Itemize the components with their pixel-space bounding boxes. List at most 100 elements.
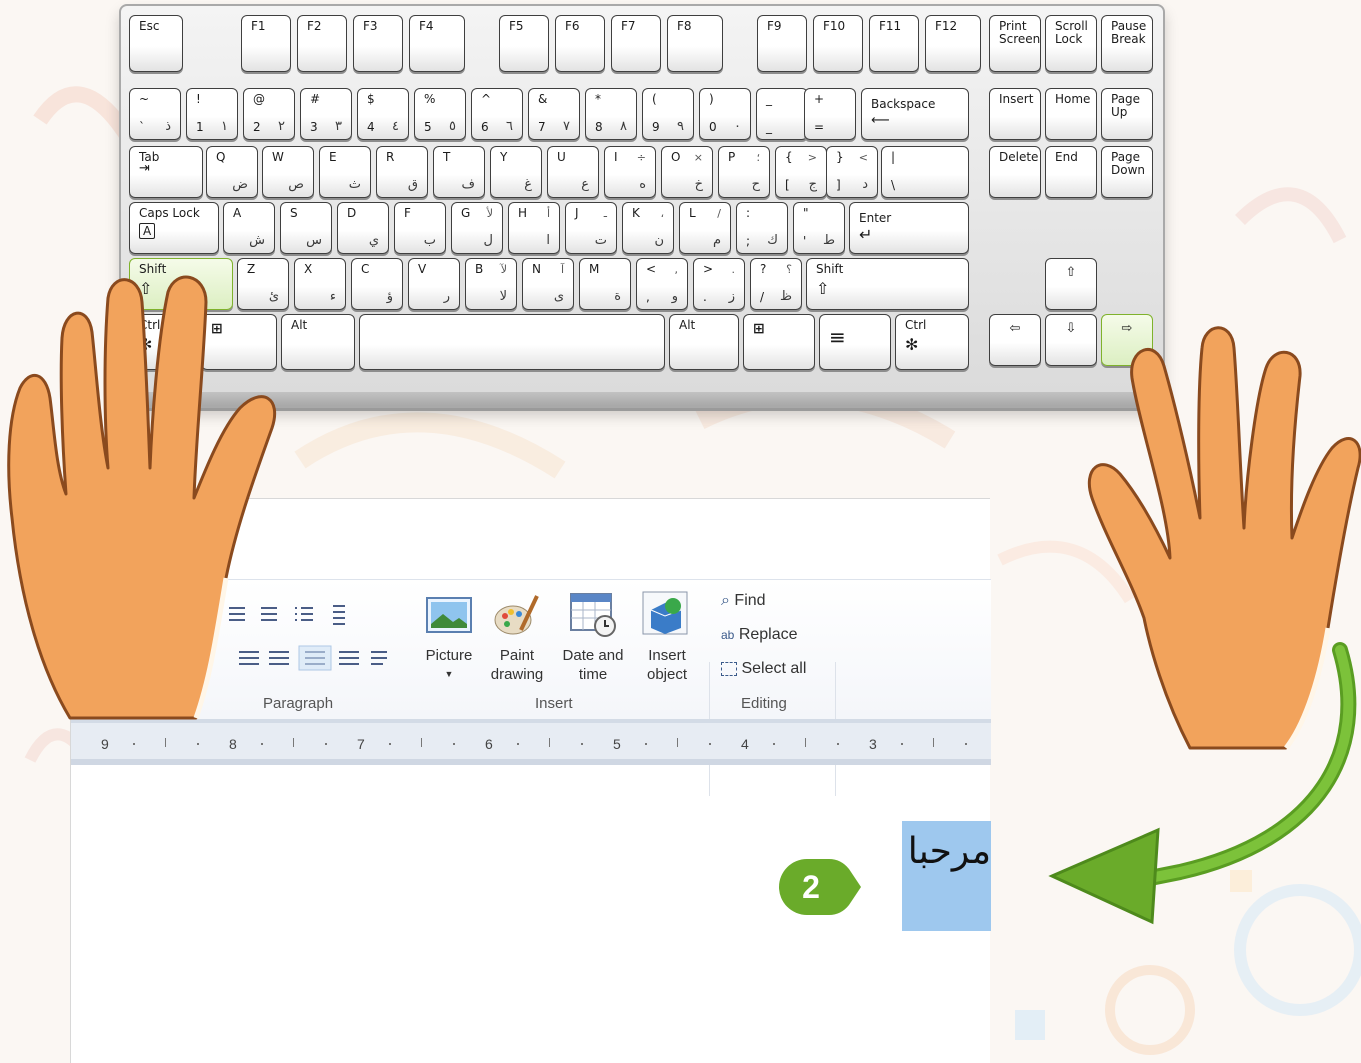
key-x[interactable]: Xء: [294, 258, 346, 310]
key-f6[interactable]: F6: [555, 15, 605, 72]
key-o[interactable]: O × خ: [661, 146, 713, 198]
key-enter[interactable]: Enter ↵: [849, 202, 969, 254]
key-arabic-label: ا: [546, 233, 550, 248]
key-s[interactable]: Sس: [280, 202, 332, 254]
tab-arrow-icon: ⇥: [139, 161, 150, 176]
key-b[interactable]: B لآ لا: [465, 258, 517, 310]
key-plus[interactable]: + =: [804, 88, 856, 140]
paint-drawing-button[interactable]: Paint drawing: [477, 646, 557, 684]
key-c[interactable]: Cؤ: [351, 258, 403, 310]
key-menu[interactable]: ≡: [819, 314, 891, 370]
key-a[interactable]: Aش: [223, 202, 275, 254]
key-f7[interactable]: F7: [611, 15, 661, 72]
key-esc[interactable]: Esc: [129, 15, 183, 72]
key-backspace[interactable]: Backspace ⟵: [861, 88, 969, 140]
key-7[interactable]: & 7 ٧: [528, 88, 580, 140]
date-time-button[interactable]: Date and time: [555, 646, 631, 684]
key-label: End: [1055, 150, 1078, 164]
key-f9[interactable]: F9: [757, 15, 807, 72]
key-comma[interactable]: <,, و: [636, 258, 688, 310]
key-print-screen[interactable]: Print Screen: [989, 15, 1041, 72]
key-q[interactable]: Qض: [206, 146, 258, 198]
key-shift-label: &: [538, 92, 548, 106]
select-all-label: Select all: [741, 660, 807, 677]
key-period[interactable]: >.. ز: [693, 258, 745, 310]
key-f11[interactable]: F11: [869, 15, 919, 72]
key-shift-label: >: [703, 262, 714, 276]
find-button[interactable]: ⌕ Find: [721, 592, 766, 610]
key-tab[interactable]: Tab ⇥: [129, 146, 203, 198]
key-space[interactable]: [359, 314, 665, 370]
key-backslash[interactable]: | \: [881, 146, 969, 198]
key-f2[interactable]: F2: [297, 15, 347, 72]
key-8[interactable]: * 8 ٨: [585, 88, 637, 140]
replace-button[interactable]: ab Replace: [721, 626, 798, 644]
key-w[interactable]: Wص: [262, 146, 314, 198]
key-u[interactable]: Uع: [547, 146, 599, 198]
key-page-up[interactable]: Page Up: [1101, 88, 1153, 140]
key-arabic-label: ٤: [392, 119, 399, 134]
key-6[interactable]: ^ 6 ٦: [471, 88, 523, 140]
key-arrow-up[interactable]: ⇧: [1045, 258, 1097, 310]
key-caps-lock[interactable]: Caps Lock A: [129, 202, 219, 254]
key-y[interactable]: Yغ: [490, 146, 542, 198]
key-4[interactable]: $4 ٤: [357, 88, 409, 140]
key-f5[interactable]: F5: [499, 15, 549, 72]
key-2[interactable]: @2 ٢: [243, 88, 295, 140]
key-label: .: [703, 290, 707, 304]
key-r[interactable]: Rق: [376, 146, 428, 198]
insert-object-button[interactable]: Insert object: [631, 646, 703, 684]
key-v[interactable]: Vر: [408, 258, 460, 310]
key-page-down[interactable]: Page Down: [1101, 146, 1153, 198]
key-end[interactable]: End: [1045, 146, 1097, 198]
key-f3[interactable]: F3: [353, 15, 403, 72]
key-d[interactable]: Dي: [337, 202, 389, 254]
key-f12[interactable]: F12: [925, 15, 981, 72]
key-0[interactable]: ) 0 ٠: [699, 88, 751, 140]
key-3[interactable]: #3 ٣: [300, 88, 352, 140]
key-bracket-open[interactable]: {> [ج: [775, 146, 827, 198]
key-arrow-left[interactable]: ⇦: [989, 314, 1041, 366]
key-alt-left[interactable]: Alt: [281, 314, 355, 370]
key-1[interactable]: ! 1 ١: [186, 88, 238, 140]
key-scroll-lock[interactable]: Scroll Lock: [1045, 15, 1097, 72]
key-m[interactable]: Mة: [579, 258, 631, 310]
ruler-mark: [581, 743, 583, 745]
key-e[interactable]: Eث: [319, 146, 371, 198]
key-f10[interactable]: F10: [813, 15, 863, 72]
key-k[interactable]: K ، ن: [622, 202, 674, 254]
key-shift-right[interactable]: Shift ⇧: [806, 258, 969, 310]
key-home[interactable]: Home: [1045, 88, 1097, 140]
key-f1[interactable]: F1: [241, 15, 291, 72]
select-all-button[interactable]: Select all: [721, 660, 806, 678]
key-insert[interactable]: Insert: [989, 88, 1041, 140]
key-f[interactable]: Fب: [394, 202, 446, 254]
key-pause-break[interactable]: Pause Break: [1101, 15, 1153, 72]
key-g[interactable]: G لأ ل: [451, 202, 503, 254]
key-i[interactable]: I ÷ ه: [604, 146, 656, 198]
selected-document-text[interactable]: مرحبا: [902, 821, 991, 931]
key-delete[interactable]: Delete: [989, 146, 1041, 198]
key-alt-right[interactable]: Alt: [669, 314, 739, 370]
key-l[interactable]: L / م: [679, 202, 731, 254]
key-win-right[interactable]: ⊞: [743, 314, 815, 370]
key-slash[interactable]: ? ؟ / ظ: [750, 258, 802, 310]
key-ctrl-right[interactable]: Ctrl ✻: [895, 314, 969, 370]
key-quote[interactable]: " ' ط: [793, 202, 845, 254]
picture-button[interactable]: Picture ▼: [415, 646, 483, 684]
key-h[interactable]: H أا: [508, 202, 560, 254]
key-5[interactable]: % 5 ٥: [414, 88, 466, 140]
key-9[interactable]: (9 ٩: [642, 88, 694, 140]
key-p[interactable]: P ؛ ح: [718, 146, 770, 198]
key-f4[interactable]: F4: [409, 15, 465, 72]
key-label: C: [361, 262, 370, 276]
key-tilde[interactable]: ~ ` ذ: [129, 88, 181, 140]
key-semicolon[interactable]: :; ك: [736, 202, 788, 254]
key-label: /: [760, 290, 765, 304]
key-j[interactable]: J ـت: [565, 202, 617, 254]
key-t[interactable]: Tف: [433, 146, 485, 198]
key-minus[interactable]: _ _: [756, 88, 808, 140]
key-n[interactable]: N آى: [522, 258, 574, 310]
key-bracket-close[interactable]: } <] د: [826, 146, 878, 198]
key-f8[interactable]: F8: [667, 15, 723, 72]
